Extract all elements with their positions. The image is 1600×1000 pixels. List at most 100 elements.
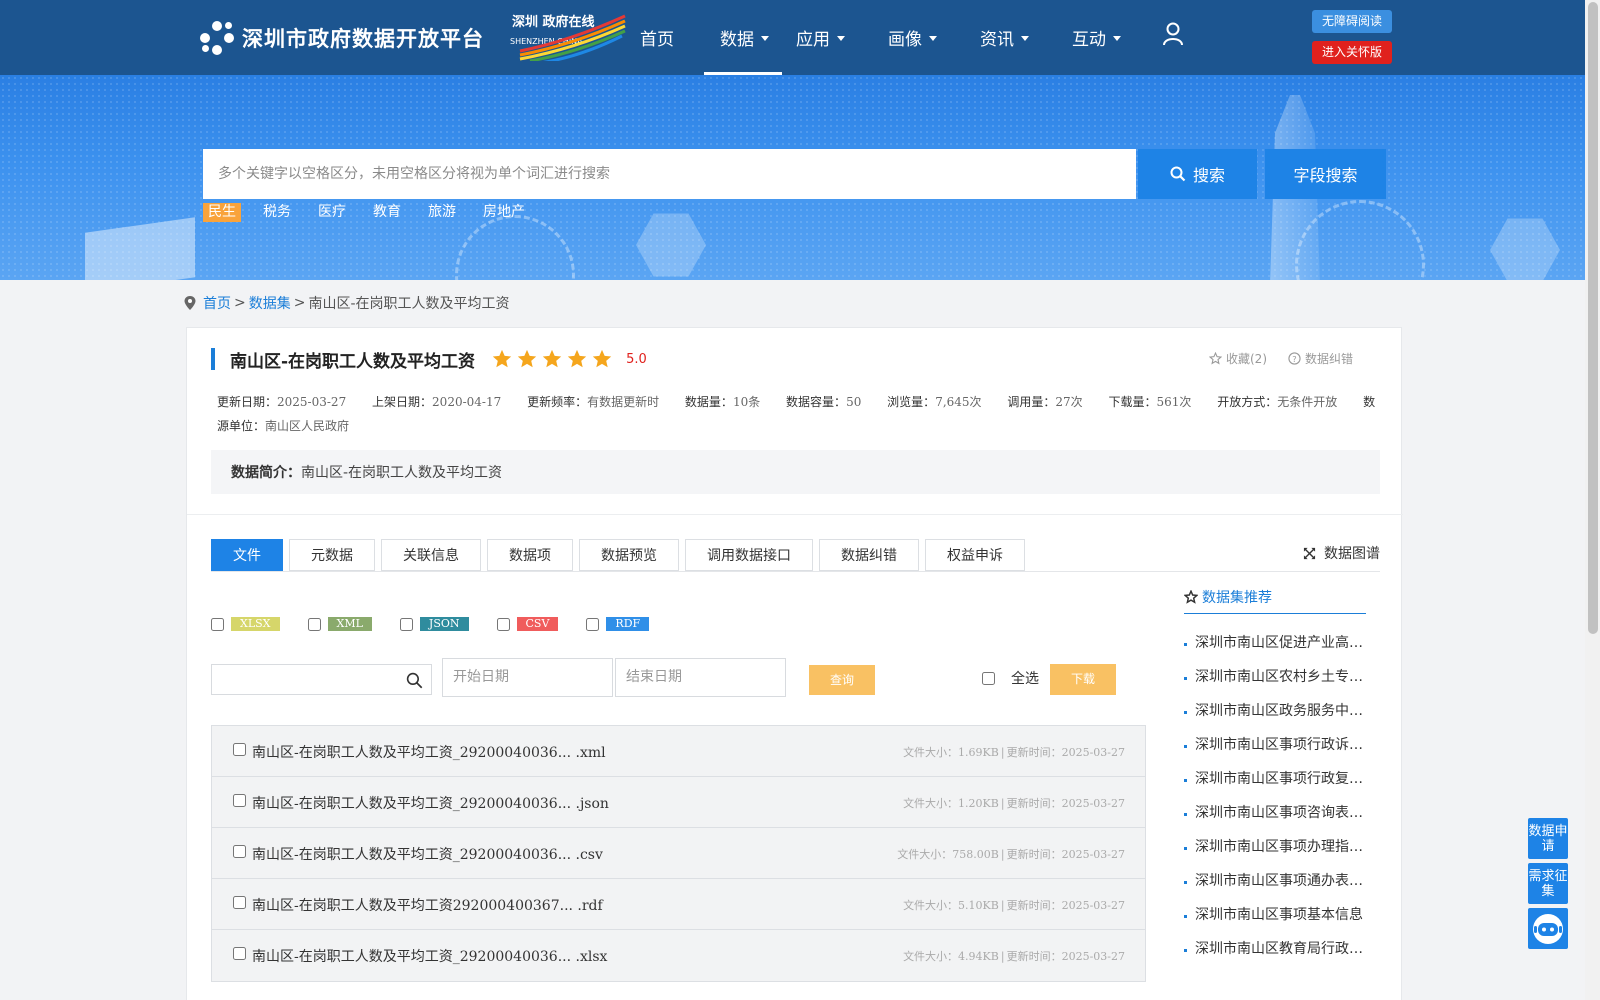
download-button[interactable]: 下载 <box>1050 664 1116 695</box>
page-scrollbar-thumb[interactable] <box>1588 2 1598 634</box>
section-divider <box>187 514 1403 515</box>
hot-tag[interactable]: 房地产 <box>478 203 530 222</box>
data-correction-link[interactable]: ? 数据纠错 <box>1288 350 1353 367</box>
site-name: 深圳市政府数据开放平台 <box>242 27 484 51</box>
end-date-input[interactable]: 结束日期 <box>615 658 786 697</box>
nav-apps[interactable]: 应用 <box>782 0 874 75</box>
file-checkbox[interactable] <box>233 794 246 807</box>
meta-views: 浏览量：7,645次 <box>887 395 982 409</box>
data-apply-button[interactable]: 数据申请 <box>1528 818 1568 859</box>
robot-icon <box>1533 913 1563 944</box>
file-keyword-input[interactable] <box>211 664 432 695</box>
nav-home[interactable]: 首页 <box>640 0 704 75</box>
question-circle-icon: ? <box>1288 352 1301 365</box>
format-checkbox[interactable] <box>211 617 224 631</box>
recommend-item[interactable]: 深圳市南山区事项咨询表信息 <box>1184 802 1366 836</box>
tab-appeal[interactable]: 权益申诉 <box>925 539 1025 571</box>
field-search-button[interactable]: 字段搜索 <box>1265 149 1386 199</box>
star-icon <box>492 349 512 368</box>
tab-correction[interactable]: 数据纠错 <box>819 539 919 571</box>
format-checkbox[interactable] <box>496 617 510 631</box>
search-button[interactable]: 搜索 <box>1138 149 1257 199</box>
search-icon <box>1170 166 1186 182</box>
start-date-input[interactable]: 开始日期 <box>442 658 613 697</box>
chat-assistant-button[interactable] <box>1528 908 1568 949</box>
star-outline-icon <box>1209 352 1222 365</box>
format-filter-xml[interactable]: XML <box>307 617 372 631</box>
format-checkbox[interactable] <box>586 617 600 631</box>
recommend-item[interactable]: 深圳市南山区事项办理指南信息 <box>1184 836 1366 870</box>
file-name[interactable]: 南山区-在岗职工人数及平均工资_29200040036... .csv <box>252 844 603 864</box>
accessible-reading-button[interactable]: 无障碍阅读 <box>1312 10 1392 33</box>
file-name[interactable]: 南山区-在岗职工人数及平均工资_29200040036... .json <box>252 793 609 813</box>
tab-data-items[interactable]: 数据项 <box>487 539 573 571</box>
recommend-item[interactable]: 深圳市南山区事项行政诉讼信息 <box>1184 734 1366 768</box>
breadcrumb-datasets[interactable]: 数据集 <box>249 293 291 313</box>
recommend-item[interactable]: 深圳市南山区农村乡土专家信息 <box>1184 666 1366 700</box>
hot-tag[interactable]: 税务 <box>258 203 296 222</box>
chevron-down-icon <box>929 36 937 41</box>
file-checkbox[interactable] <box>233 743 246 756</box>
detail-tabs: 文件 元数据 关联信息 数据项 数据预览 调用数据接口 数据纠错 权益申诉 <box>211 539 1031 571</box>
tab-metadata[interactable]: 元数据 <box>289 539 375 571</box>
hot-tag[interactable]: 旅游 <box>423 203 461 222</box>
dataset-intro: 数据简介： 南山区-在岗职工人数及平均工资 <box>211 450 1380 494</box>
file-name[interactable]: 南山区-在岗职工人数及平均工资_29200040036... .xml <box>252 742 606 762</box>
tab-files[interactable]: 文件 <box>211 539 283 571</box>
file-info: 文件大小：758.00B | 更新时间：2025-03-27 <box>897 848 1125 861</box>
file-name[interactable]: 南山区-在岗职工人数及平均工资292000400367... .rdf <box>252 895 603 915</box>
file-row: 南山区-在岗职工人数及平均工资_29200040036... .xlsx 文件大… <box>212 930 1145 981</box>
site-logo[interactable]: 深圳市政府数据开放平台 <box>200 18 484 58</box>
hot-tag[interactable]: 教育 <box>368 203 406 222</box>
tab-api[interactable]: 调用数据接口 <box>685 539 813 571</box>
format-checkbox[interactable] <box>307 617 321 631</box>
shenzhen-city-logo[interactable]: 深圳 政府在线 SHENZHEN CHINA <box>510 11 630 61</box>
nav-portrait[interactable]: 画像 <box>874 0 966 75</box>
dataset-card: 南山区-在岗职工人数及平均工资 5.0 收藏(2) ? 数据纠错 更新日期：20… <box>186 327 1403 1000</box>
breadcrumb-home[interactable]: 首页 <box>203 293 231 313</box>
data-graph-link[interactable]: 数据图谱 <box>1303 543 1380 563</box>
recommend-item[interactable]: 深圳市南山区事项通办表信息 <box>1184 870 1366 904</box>
format-checkbox[interactable] <box>399 617 413 631</box>
hot-tag[interactable]: 医疗 <box>313 203 351 222</box>
main-nav: 首页 数据 应用 画像 资讯 互动 <box>640 0 1150 75</box>
hot-tag[interactable]: 民生 <box>203 203 241 222</box>
file-name[interactable]: 南山区-在岗职工人数及平均工资_29200040036... .xlsx <box>252 946 607 966</box>
nav-news[interactable]: 资讯 <box>966 0 1058 75</box>
file-checkbox[interactable] <box>233 947 246 960</box>
select-all-checkbox[interactable] <box>982 671 995 685</box>
recommend-item[interactable]: 深圳市南山区促进产业高质量发展 <box>1184 632 1366 666</box>
dataset-recommendations: 数据集推荐 深圳市南山区促进产业高质量发展 深圳市南山区农村乡土专家信息 深圳市… <box>1184 580 1366 972</box>
star-icon <box>567 349 587 368</box>
select-all[interactable]: 全选 <box>982 668 1039 688</box>
file-checkbox[interactable] <box>233 845 246 858</box>
recommend-header: 数据集推荐 <box>1184 580 1366 614</box>
intro-value: 南山区-在岗职工人数及平均工资 <box>301 465 503 481</box>
breadcrumb-current: 南山区-在岗职工人数及平均工资 <box>308 296 510 312</box>
nav-data[interactable]: 数据 <box>704 0 782 75</box>
user-icon[interactable] <box>1162 22 1184 46</box>
tab-related-info[interactable]: 关联信息 <box>381 539 481 571</box>
rating-score: 5.0 <box>626 351 647 367</box>
nav-interaction[interactable]: 互动 <box>1058 0 1150 75</box>
format-filter-csv[interactable]: CSV <box>496 617 559 631</box>
demand-collect-button[interactable]: 需求征集 <box>1528 863 1568 904</box>
recommend-item[interactable]: 深圳市南山区事项基本信息 <box>1184 904 1366 938</box>
format-filter-rdf[interactable]: RDF <box>586 617 650 631</box>
format-filter-xlsx[interactable]: XLSX <box>211 617 280 631</box>
search-input[interactable] <box>203 149 1136 199</box>
recommend-item[interactable]: 深圳市南山区教育局行政处罚 <box>1184 938 1366 972</box>
query-button[interactable]: 查询 <box>809 665 875 695</box>
care-mode-button[interactable]: 进入关怀版 <box>1312 41 1392 64</box>
svg-text:?: ? <box>1292 354 1296 364</box>
intro-label: 数据简介： <box>231 465 301 481</box>
tab-data-preview[interactable]: 数据预览 <box>579 539 679 571</box>
top-header: 深圳市政府数据开放平台 深圳 政府在线 SHENZHEN CHINA 首页 数据… <box>0 0 1585 75</box>
recommend-item[interactable]: 深圳市南山区政务服务中心信息 <box>1184 700 1366 734</box>
favorite-button[interactable]: 收藏(2) <box>1209 350 1267 367</box>
rainbow-swoosh-icon <box>519 14 626 61</box>
file-checkbox[interactable] <box>233 896 246 909</box>
expand-arrows-icon <box>1303 547 1316 559</box>
recommend-item[interactable]: 深圳市南山区事项行政复议信息 <box>1184 768 1366 802</box>
format-filter-json[interactable]: JSON <box>399 617 469 631</box>
